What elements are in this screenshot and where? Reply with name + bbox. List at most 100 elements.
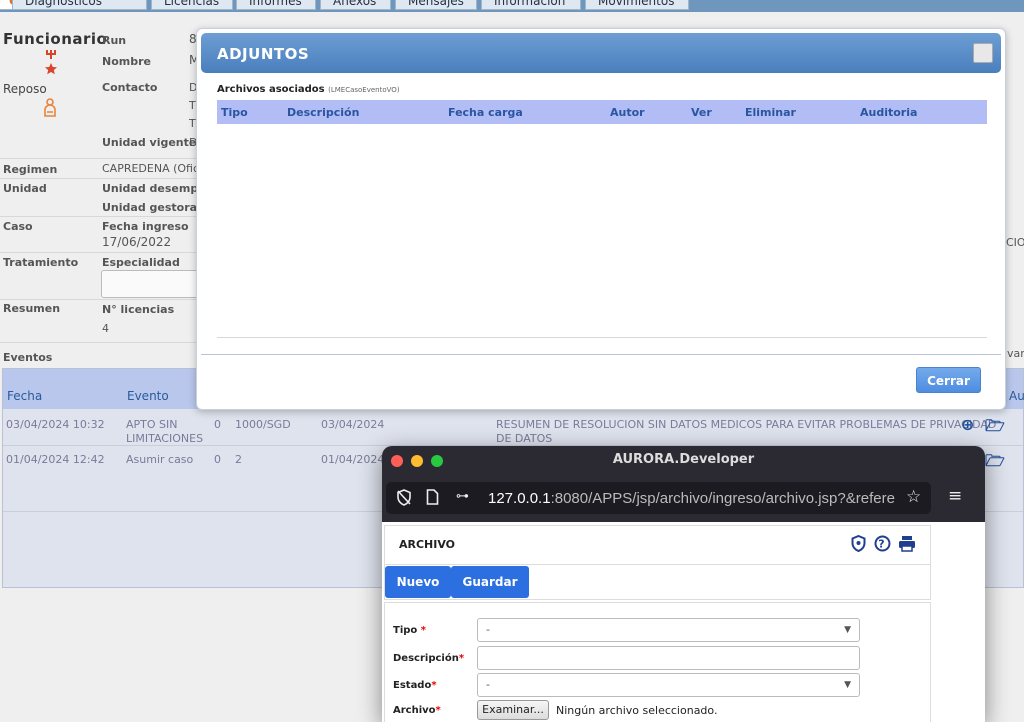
hamburger-menu-icon[interactable]: ≡ [948,486,962,506]
caso-label: Caso [3,220,33,233]
event-num: 0 [214,418,221,431]
address-bar[interactable]: ⊶ 127.0.0.1:8080/APPS/jsp/archivo/ingres… [386,482,931,514]
descripcion-label: Descripción* [393,653,464,664]
event-name-cont: LIMITACIONES [126,432,204,445]
divider [0,178,196,179]
fecha-ingreso-value: 17/06/2022 [102,235,172,249]
tratamiento-label: Tratamiento [3,256,79,269]
tab-informes[interactable]: Informes [236,0,316,10]
folder-open-icon[interactable]: 🗁 [985,450,1005,477]
tipo-select-value: - [486,623,490,636]
files-label: Archivos asociados (LMECasoEventoVO) [217,84,400,95]
tab-movimientos[interactable]: Movimientos [585,0,689,10]
event-name: Asumir caso [126,453,194,466]
modal-header: ADJUNTOS [201,33,1001,73]
col-tipo[interactable]: Tipo [221,106,248,119]
descripcion-input[interactable] [477,646,860,670]
licencias-value: 4 [102,322,109,335]
estado-select[interactable]: - ▼ [477,673,860,697]
adjuntos-modal: ADJUNTOS Archivos asociados (LMECasoEven… [196,28,1006,410]
divider [0,252,196,253]
especialidad-label: Especialidad [102,256,180,269]
estado-label-text: Estado [393,680,432,691]
col-eliminar[interactable]: Eliminar [745,106,796,119]
archivo-page: ARCHIVO ? Nuevo Guardar Tipo * - ▼ Descri… [382,522,985,722]
url-text[interactable]: 127.0.0.1:8080/APPS/jsp/archivo/ingreso/… [488,490,900,507]
bookmark-star-icon[interactable]: ☆ [906,487,921,507]
tab-diagnosticos[interactable]: Diagnosticos [12,0,147,10]
header-icons: ? [851,534,916,556]
col-autor[interactable]: Autor [610,106,645,119]
archivo-label-text: Archivo [393,705,436,716]
tab-mensajes[interactable]: Mensajes [395,0,477,10]
contacto-line-2: T [189,99,196,112]
estado-label: Estado* [393,680,437,691]
minimize-window-icon[interactable] [411,455,423,467]
reposo-icon [42,98,58,122]
site-permissions-icon[interactable]: ⊶ [456,489,469,504]
eventos-right-link[interactable]: var [1007,347,1024,360]
col-auditoria[interactable]: Auditoria [860,106,917,119]
archivo-header: ARCHIVO ? [384,525,931,565]
required-mark: * [420,625,426,636]
col-descripcion[interactable]: Descripción [287,106,359,119]
person-badge-icon [44,49,58,81]
tab-informacion[interactable]: Información [481,0,581,10]
unidad-label: Unidad [3,182,47,195]
unidad-vigente-label: Unidad vigente [102,136,197,149]
page-icon[interactable] [426,489,439,509]
svg-text:?: ? [878,538,886,551]
tab-anexos[interactable]: Anexos [320,0,391,10]
tipo-label-text: Tipo [393,625,418,636]
url-path: :8080/APPS/jsp/archivo/ingreso/archivo.j… [550,490,895,507]
tab-licencias[interactable]: Licencias [151,0,233,10]
col-fecha[interactable]: Fecha [7,389,42,403]
col-ver[interactable]: Ver [691,106,712,119]
funcionario-heading: Funcionario [3,30,108,48]
action-bar: Nuevo Guardar [384,565,931,600]
licencias-label: N° licencias [102,303,175,316]
regimen-value: CAPREDENA (Ofic [102,162,200,175]
divider [0,158,196,159]
col-au[interactable]: Au [1009,389,1024,403]
event-desc: RESUMEN DE RESOLUCION SIN DATOS MEDICOS … [496,418,997,431]
window-title: AURORA.Developer [612,452,755,467]
event-name: APTO SIN [126,418,178,431]
add-circle-icon[interactable]: ⊕ [961,415,974,434]
divider [0,216,196,217]
folder-open-icon[interactable]: 🗁 [985,415,1005,442]
modal-title: ADJUNTOS [217,45,310,63]
maximize-window-icon[interactable] [431,455,443,467]
cerrar-button[interactable]: Cerrar [916,367,981,393]
required-mark: * [458,653,465,664]
tracking-protection-icon[interactable] [396,489,412,510]
shield-icon[interactable] [851,534,874,556]
especialidad-select[interactable] [101,270,201,298]
files-label-text: Archivos asociados [217,84,325,95]
unidad-gestora-label: Unidad gestora [102,201,198,214]
url-host: 127.0.0.1 [488,490,551,507]
required-mark: * [431,680,437,691]
print-icon[interactable] [898,536,916,556]
reposo-label: Reposo [3,82,47,96]
chevron-down-icon: ▼ [844,680,851,690]
contacto-line-3: T [189,117,196,130]
guardar-button[interactable]: Guardar [451,566,529,598]
help-icon[interactable]: ? [874,535,899,556]
close-window-icon[interactable] [391,455,403,467]
col-fecha-carga[interactable]: Fecha carga [448,106,523,119]
event-date2: 03/04/2024 [321,418,385,431]
examinar-button[interactable]: Examinar... [477,700,549,720]
nombre-label: Nombre [102,55,151,68]
fecha-ingreso-label: Fecha ingreso [102,220,189,233]
event-code: 2 [235,453,242,466]
nuevo-button[interactable]: Nuevo [385,566,451,598]
divider [0,342,196,343]
divider [0,299,196,300]
col-evento[interactable]: Evento [127,389,169,403]
no-file-text: Ningún archivo seleccionado. [556,704,718,717]
tipo-select[interactable]: - ▼ [477,618,860,642]
page-title: ARCHIVO [399,538,456,551]
close-icon[interactable] [973,43,993,63]
eventos-label: Eventos [3,351,53,364]
